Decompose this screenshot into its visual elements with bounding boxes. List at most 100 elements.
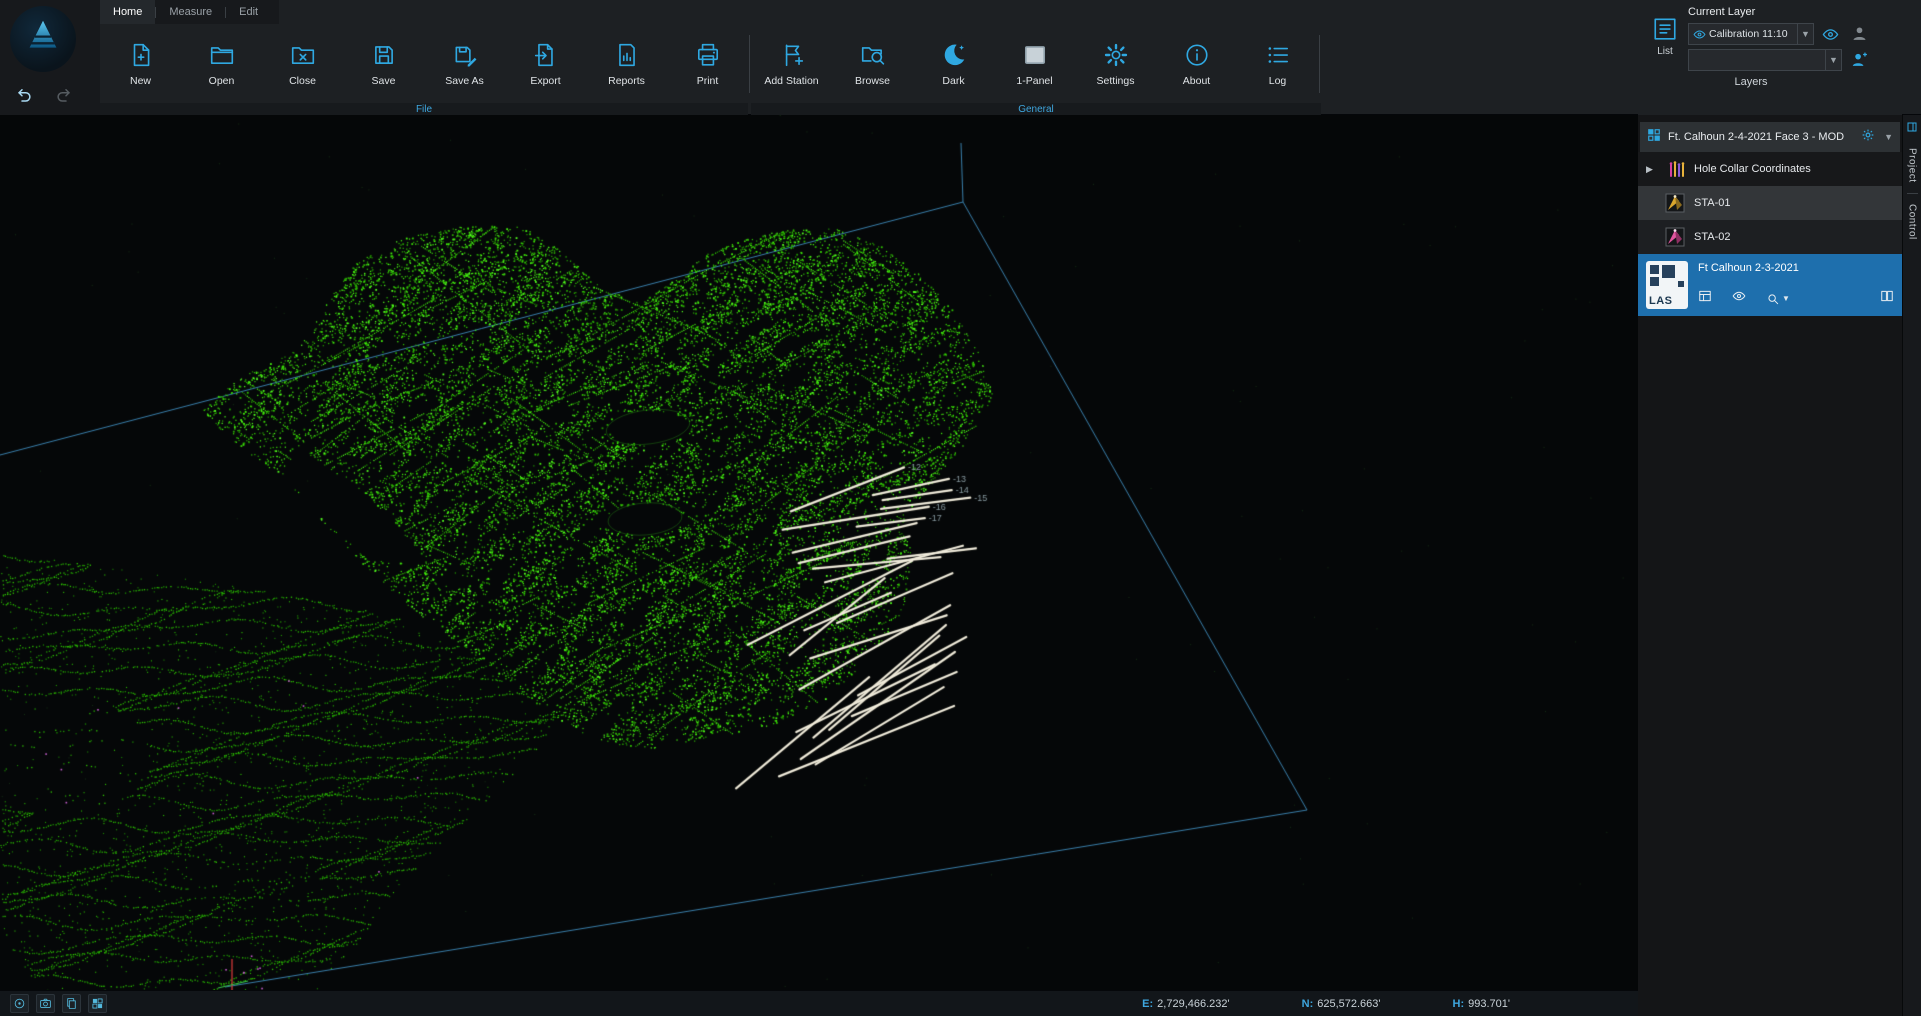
zoom-tool-button[interactable]: ▼ (1766, 292, 1790, 306)
new-button[interactable]: New (100, 28, 181, 100)
button-label: Dark (942, 75, 964, 87)
project-header[interactable]: Ft. Calhoun 2-4-2021 Face 3 - MOD ▼ (1640, 122, 1900, 152)
hole-collar-icon (1665, 159, 1685, 179)
table-icon (1698, 289, 1712, 303)
file-group-strip: File (100, 103, 748, 115)
tree-item-hole-collar-coordinates[interactable]: ▶ Hole Collar Coordinates (1638, 152, 1902, 186)
clipboard-icon (65, 997, 78, 1010)
copy-view-button[interactable] (62, 994, 81, 1013)
about-button[interactable]: About (1156, 28, 1237, 100)
side-tab-project[interactable]: Project (1907, 148, 1918, 183)
height-readout: H:993.701' (1453, 998, 1510, 1010)
user-button[interactable] (1850, 24, 1868, 42)
tree-item-sta-02[interactable]: STA-02 (1638, 220, 1902, 254)
settings-button[interactable]: Settings (1075, 28, 1156, 100)
grid-view-icon (91, 997, 104, 1010)
pin-panel-icon[interactable] (1906, 120, 1918, 138)
split-view-button[interactable] (88, 994, 107, 1013)
eye-icon (1693, 28, 1706, 41)
project-title: Ft. Calhoun 2-4-2021 Face 3 - MOD (1668, 131, 1854, 143)
reports-button[interactable]: Reports (586, 28, 667, 100)
station-icon-gold (1665, 193, 1685, 213)
tab-home[interactable]: Home (100, 0, 155, 24)
chevron-down-icon[interactable]: ▼ (1825, 50, 1841, 70)
toolbar-separator (1319, 35, 1320, 93)
gear-icon[interactable] (1861, 128, 1875, 147)
screenshot-button[interactable] (36, 994, 55, 1013)
viewport: E:2,729,466.232' N:625,572.663' H:993.70… (0, 115, 1638, 1016)
side-tab-divider (1907, 193, 1918, 194)
undo-button[interactable] (16, 86, 36, 104)
chevron-down-icon[interactable]: ▼ (1797, 24, 1813, 44)
menu-tabs: Home Measure Edit (100, 0, 279, 24)
tree-item-sta-01[interactable]: STA-01 (1638, 186, 1902, 220)
toolbar-group-labels: File General (100, 103, 1321, 115)
log-icon (1265, 41, 1291, 69)
button-label: About (1183, 75, 1210, 87)
pyramid-logo-icon (20, 16, 66, 62)
save-as-icon (452, 41, 478, 69)
save-as-button[interactable]: Save As (424, 28, 505, 100)
toolbar-separator (749, 35, 750, 93)
top-bar: Home Measure Edit New Open Close Save (0, 0, 1921, 115)
about-info-icon (1184, 41, 1210, 69)
eye-icon (1822, 26, 1839, 43)
open-button[interactable]: Open (181, 28, 262, 100)
save-button[interactable]: Save (343, 28, 424, 100)
las-badge: LAS (1649, 295, 1673, 307)
add-user-button[interactable] (1850, 50, 1868, 68)
log-button[interactable]: Log (1237, 28, 1318, 100)
button-label: Save As (445, 75, 484, 87)
easting-readout: E:2,729,466.232' (1142, 998, 1229, 1010)
dark-mode-button[interactable]: Dark (913, 28, 994, 100)
one-panel-button[interactable]: 1-Panel (994, 28, 1075, 100)
browse-button[interactable]: Browse (832, 28, 913, 100)
reset-view-button[interactable] (10, 994, 29, 1013)
browse-icon (860, 41, 886, 69)
general-group-strip: General (751, 103, 1321, 115)
tree-item-las-selected[interactable]: LAS Ft Calhoun 2-3-2021 ▼ (1638, 254, 1902, 316)
button-label: Export (530, 75, 560, 87)
tab-edit[interactable]: Edit (226, 0, 271, 24)
button-label: Save (372, 75, 396, 87)
close-button[interactable]: Close (262, 28, 343, 100)
add-station-icon (779, 41, 805, 69)
redo-button[interactable] (52, 86, 72, 104)
panel-columns-button[interactable] (1880, 289, 1894, 308)
layers-dropdown[interactable]: ▼ (1688, 49, 1842, 71)
application-window: Home Measure Edit New Open Close Save (0, 0, 1921, 1016)
add-station-button[interactable]: Add Station (751, 28, 832, 100)
chevron-down-icon[interactable]: ▼ (1884, 132, 1893, 142)
logo-block (0, 0, 100, 115)
visibility-button[interactable] (1732, 289, 1746, 308)
current-layer-dropdown[interactable]: Calibration 11:10 ▼ (1688, 23, 1814, 45)
button-label: 1-Panel (1016, 75, 1052, 87)
viewport-toolbar (10, 994, 107, 1013)
station-icon-pink (1665, 227, 1685, 247)
reset-view-icon (13, 997, 26, 1010)
new-document-icon (128, 41, 154, 69)
close-folder-icon (290, 41, 316, 69)
print-button[interactable]: Print (667, 28, 748, 100)
current-layer-value: Calibration 11:10 (1709, 28, 1797, 40)
magnifier-icon (1766, 292, 1780, 306)
export-button[interactable]: Export (505, 28, 586, 100)
tab-measure[interactable]: Measure (156, 0, 225, 24)
chevron-down-icon: ▼ (1782, 294, 1790, 303)
tree-item-label: STA-02 (1694, 231, 1730, 243)
settings-gear-icon (1103, 41, 1129, 69)
expand-arrow-icon[interactable]: ▶ (1646, 164, 1656, 175)
3d-point-cloud-canvas[interactable] (0, 115, 1638, 990)
layer-list-button[interactable]: List (1643, 16, 1687, 57)
project-panel: Ft. Calhoun 2-4-2021 Face 3 - MOD ▼ ▶ Ho… (1638, 115, 1902, 1016)
layer-visibility-button[interactable] (1821, 25, 1839, 43)
side-tab-control[interactable]: Control (1907, 204, 1918, 240)
button-label: Open (209, 75, 235, 87)
save-icon (371, 41, 397, 69)
coordinates-readout: E:2,729,466.232' N:625,572.663' H:993.70… (1142, 998, 1628, 1010)
button-label: Print (697, 75, 719, 87)
attribute-table-button[interactable] (1698, 289, 1712, 308)
current-layer-label: Current Layer (1688, 6, 1755, 18)
button-label: Reports (608, 75, 645, 87)
person-add-icon (1851, 51, 1868, 68)
